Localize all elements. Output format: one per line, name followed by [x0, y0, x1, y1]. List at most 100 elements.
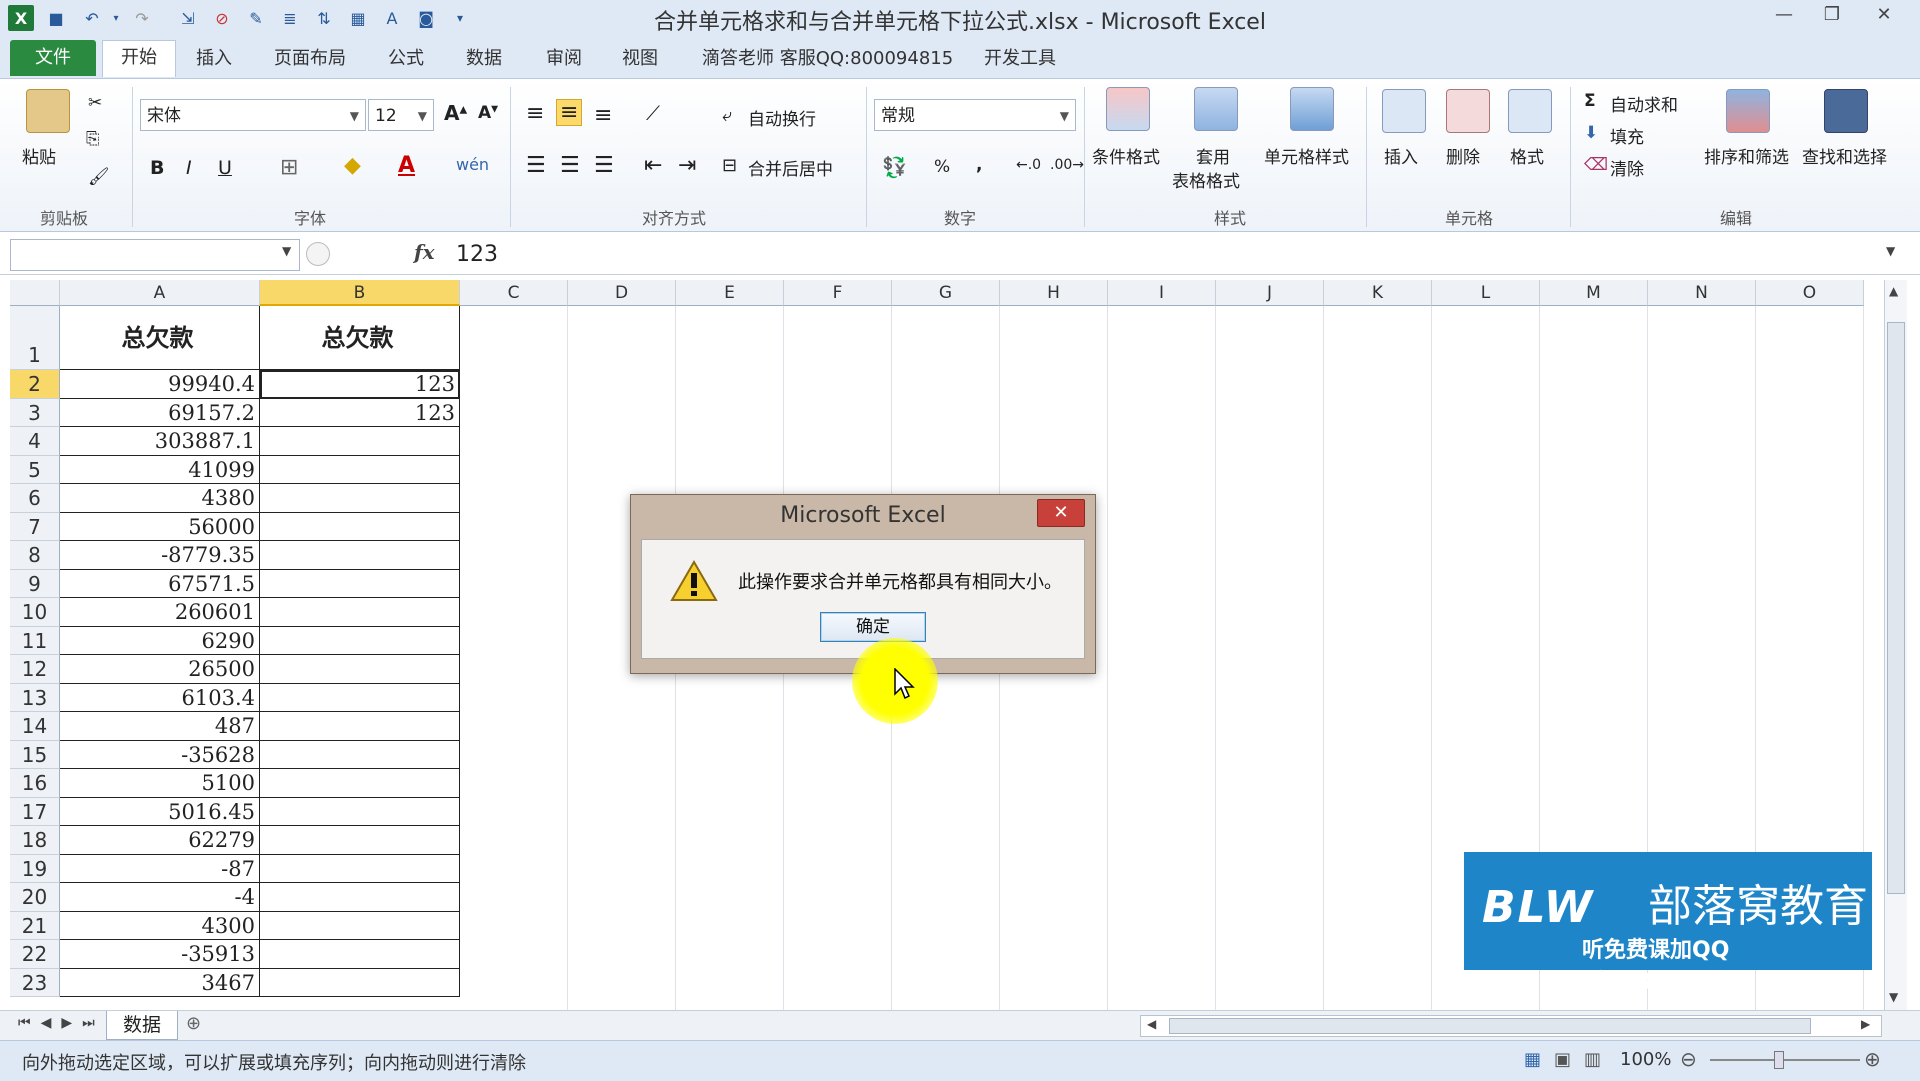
scroll-left-icon[interactable]: ◀	[1147, 1017, 1156, 1031]
cell-a[interactable]: -4	[60, 883, 260, 912]
sheet-tab-data[interactable]: 数据	[106, 1011, 178, 1040]
orientation-icon[interactable]: ⟋	[646, 101, 660, 125]
row-header[interactable]: 16	[10, 769, 60, 798]
copy-icon[interactable]: ⎘	[86, 129, 100, 149]
cell-a[interactable]: 5100	[60, 769, 260, 798]
cell-styles-icon[interactable]	[1290, 87, 1334, 131]
zoom-slider-thumb[interactable]	[1774, 1051, 1784, 1069]
row-header[interactable]: 23	[10, 968, 60, 997]
cell-b[interactable]	[260, 826, 460, 855]
cell-b[interactable]	[260, 940, 460, 969]
cell-a[interactable]: 260601	[60, 598, 260, 627]
zoom-out-icon[interactable]: ⊖	[1680, 1047, 1697, 1071]
cell-a[interactable]: 67571.5	[60, 569, 260, 598]
grow-font-icon[interactable]: A▲	[444, 101, 467, 125]
column-header[interactable]: C	[460, 280, 568, 306]
tab-developer[interactable]: 开发工具	[966, 42, 1074, 76]
format-cells-icon[interactable]	[1508, 89, 1552, 133]
scroll-up-icon[interactable]: ▲	[1889, 284, 1898, 298]
tab-custom[interactable]: 滴答老师 客服QQ:800094815	[684, 42, 971, 76]
close-window-icon[interactable]: ✕	[1856, 0, 1912, 28]
font-color-icon[interactable]: A	[398, 153, 415, 178]
header-cell-b[interactable]: 总欠款	[260, 306, 460, 370]
row-header[interactable]: 3	[10, 398, 60, 427]
cell-b[interactable]	[260, 626, 460, 655]
wrap-text-icon[interactable]: ⤶	[722, 105, 732, 126]
cell-b[interactable]	[260, 427, 460, 456]
clear-button[interactable]: 清除	[1610, 155, 1644, 180]
normal-view-icon[interactable]: ▦	[1524, 1049, 1541, 1070]
border-icon[interactable]: ⊞	[280, 155, 298, 180]
clear-icon[interactable]: ⌫	[1584, 155, 1608, 175]
insert-cells-icon[interactable]	[1382, 89, 1426, 133]
percent-button[interactable]: %	[934, 157, 950, 177]
row-header[interactable]: 14	[10, 712, 60, 741]
row-header[interactable]: 13	[10, 683, 60, 712]
table-format-icon[interactable]	[1194, 87, 1238, 131]
align-middle-icon[interactable]: ≡	[556, 99, 583, 126]
merge-center-icon[interactable]: ⊟	[722, 155, 737, 176]
cell-b[interactable]	[260, 655, 460, 684]
insert-cells-button[interactable]: 插入	[1384, 143, 1418, 168]
minimize-icon[interactable]: —	[1760, 0, 1808, 28]
conditional-format-button[interactable]: 条件格式	[1092, 143, 1160, 168]
zoom-slider-track[interactable]	[1710, 1059, 1860, 1061]
column-header[interactable]: G	[892, 280, 1000, 306]
align-bottom-icon[interactable]: ≡	[594, 103, 612, 128]
name-box-chevron-icon[interactable]: ▼	[282, 244, 291, 258]
underline-button[interactable]: U	[218, 157, 232, 179]
column-header[interactable]: N	[1648, 280, 1756, 306]
cell-b[interactable]	[260, 712, 460, 741]
column-header[interactable]: M	[1540, 280, 1648, 306]
sort-filter-button[interactable]: 排序和筛选	[1704, 143, 1789, 168]
tab-insert[interactable]: 插入	[178, 42, 250, 76]
row-header[interactable]: 6	[10, 484, 60, 513]
cell-b[interactable]	[260, 740, 460, 769]
cell-b[interactable]: 123	[260, 398, 460, 427]
cell-b[interactable]	[260, 541, 460, 570]
ok-button[interactable]: 确定	[820, 612, 926, 642]
cell-a[interactable]: 26500	[60, 655, 260, 684]
row-header[interactable]: 5	[10, 455, 60, 484]
cell-b[interactable]	[260, 797, 460, 826]
column-header[interactable]: H	[1000, 280, 1108, 306]
row-header[interactable]: 1	[10, 306, 60, 370]
fill-button[interactable]: 填充	[1610, 123, 1644, 148]
row-header[interactable]: 15	[10, 740, 60, 769]
currency-icon[interactable]: 💱	[882, 155, 907, 179]
column-header[interactable]: E	[676, 280, 784, 306]
row-header[interactable]: 20	[10, 883, 60, 912]
row-header[interactable]: 8	[10, 541, 60, 570]
expand-formula-bar-icon[interactable]: ▼	[1886, 244, 1895, 258]
tab-formulas[interactable]: 公式	[370, 42, 442, 76]
tab-data[interactable]: 数据	[448, 42, 520, 76]
comma-button[interactable]: ,	[976, 155, 982, 175]
cell-styles-button[interactable]: 单元格样式	[1264, 143, 1349, 168]
scroll-down-icon[interactable]: ▼	[1889, 990, 1898, 1004]
cell-a[interactable]: 4300	[60, 911, 260, 940]
find-select-icon[interactable]	[1824, 89, 1868, 133]
cell-b[interactable]	[260, 769, 460, 798]
decrease-decimal-icon[interactable]: .00→	[1050, 157, 1084, 173]
cell-a[interactable]: -35628	[60, 740, 260, 769]
delete-cells-button[interactable]: 删除	[1446, 143, 1480, 168]
zoom-level[interactable]: 100%	[1620, 1049, 1671, 1070]
phonetic-icon[interactable]: wén	[456, 155, 489, 174]
column-header[interactable]: K	[1324, 280, 1432, 306]
paste-icon[interactable]	[26, 89, 70, 133]
align-top-icon[interactable]: ≡	[526, 101, 544, 126]
page-break-view-icon[interactable]: ▥	[1584, 1049, 1601, 1070]
header-cell-a[interactable]: 总欠款	[60, 306, 260, 370]
row-header[interactable]: 18	[10, 826, 60, 855]
row-header[interactable]: 17	[10, 797, 60, 826]
formula-input[interactable]: 123	[446, 239, 1896, 271]
cell-b[interactable]	[260, 683, 460, 712]
formula-separator-handle[interactable]	[306, 242, 330, 266]
dialog-close-button[interactable]: ✕	[1037, 499, 1085, 527]
scroll-right-icon[interactable]: ▶	[1861, 1017, 1870, 1031]
column-header[interactable]: O	[1756, 280, 1864, 306]
column-header[interactable]: J	[1216, 280, 1324, 306]
row-header[interactable]: 21	[10, 911, 60, 940]
column-header[interactable]: A	[60, 280, 260, 306]
cut-icon[interactable]: ✂	[88, 93, 102, 113]
